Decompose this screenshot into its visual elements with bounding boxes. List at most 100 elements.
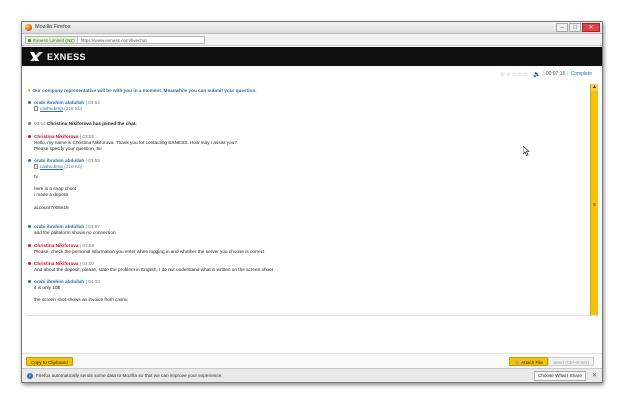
message-header: orabi ibrahim abdullah | 03:57	[28, 224, 100, 230]
file-link[interactable]: cashu.bmp	[40, 106, 63, 111]
title-bar: Mozilla Firefox – □ ✕	[22, 22, 602, 34]
attach-file-label: Attach File	[521, 360, 543, 365]
chat-timer: 00:07:15	[545, 71, 566, 77]
message-input[interactable]	[26, 315, 598, 353]
paperclip-icon: 📎	[514, 360, 521, 366]
message-time: 03:58	[82, 243, 95, 248]
join-event-text: Christina Nikiforova has joined the chat…	[47, 121, 137, 126]
firefox-icon	[25, 24, 32, 31]
file-attachment: cashu.bmp (218 Kb)	[34, 164, 82, 170]
bullet-icon	[28, 135, 31, 139]
exness-logo-mark-icon	[30, 52, 43, 61]
message-time: 03:57	[88, 224, 100, 229]
chevron-down-icon: ▾	[28, 88, 31, 94]
message-text: account7006619	[34, 205, 69, 210]
message-text: i made a deposit	[34, 192, 69, 197]
rating-toolbar: ☆ ☆ ☆ ☆ ☆ 🔈 | 00:07:15 | Complete	[500, 70, 592, 78]
scroll-up-icon[interactable]: ▲	[591, 84, 598, 91]
minimize-button[interactable]: –	[556, 23, 568, 32]
message-author: orabi ibrahim abdullah	[34, 100, 85, 105]
message-text: Hello, my name is Christina Nikiforova. …	[34, 140, 237, 145]
url-bar: Exness Limited (NZ) https://www.exness.c…	[22, 34, 602, 46]
site-identity-label: Exness Limited (NZ)	[33, 37, 75, 43]
complete-link[interactable]: Complete	[571, 71, 592, 77]
separator: |	[542, 71, 544, 77]
message-text: hi	[34, 174, 38, 179]
file-icon	[34, 164, 38, 170]
site-header: EXNESS	[22, 47, 602, 66]
file-icon	[34, 106, 38, 112]
logo-text: EXNESS	[47, 51, 86, 62]
file-attachment: cashu.bmp (218 Kb)	[34, 106, 82, 112]
message-text: it is only 10$	[34, 285, 61, 290]
file-size: (218 Kb)	[64, 164, 83, 169]
message-header: orabi ibrahim abdullah | 03:55	[28, 158, 100, 164]
message-text: Please specify your question, Sir	[34, 146, 103, 151]
attach-file-button[interactable]: 📎Attach File	[509, 357, 548, 366]
message-text: here is a snap shoot	[34, 186, 77, 191]
message-header: Christina Nikiforova | 03:55	[28, 134, 94, 140]
message-header: Christina Nikiforova | 03:58	[28, 243, 94, 249]
bullet-icon	[28, 280, 31, 284]
bullet-icon	[28, 244, 31, 248]
message-author: Christina Nikiforova	[34, 243, 79, 248]
close-icon[interactable]: ✕	[592, 372, 597, 379]
chat-scrollbar[interactable]: ▲ ≡ ▼	[590, 84, 598, 335]
message-time: 03:54	[34, 121, 46, 126]
close-window-button[interactable]: ✕	[582, 23, 600, 32]
window-controls: – □ ✕	[555, 23, 600, 32]
chat-transcript: ▾ Our company representative will be with…	[28, 86, 592, 334]
rating-star-icon[interactable]: ☆	[500, 71, 505, 78]
rating-star-icon[interactable]: ☆	[523, 71, 528, 78]
separator: |	[567, 71, 569, 77]
message-author: orabi ibrahim abdullah	[34, 158, 85, 163]
message-text: the screen shot shows an invoice from ca…	[34, 297, 128, 302]
message-text: Please, check the personal information y…	[34, 249, 265, 254]
message-header: orabi ibrahim abdullah | 04:00	[28, 279, 100, 285]
rating-star-icon[interactable]: ☆	[517, 71, 522, 78]
info-icon: i	[27, 373, 33, 379]
bullet-icon	[28, 101, 31, 105]
file-link[interactable]: cashu.bmp	[40, 164, 63, 169]
copy-to-clipboard-button[interactable]: Copy to Clipboard	[26, 357, 73, 366]
rating-star-icon[interactable]: ☆	[505, 71, 510, 78]
system-notice: ▾ Our company representative will be with…	[28, 88, 257, 95]
bullet-icon	[28, 159, 31, 163]
message-author: Christina Nikiforova	[34, 261, 79, 266]
browser-window: Mozilla Firefox – □ ✕ Exness Limited (NZ…	[21, 21, 603, 383]
message-author: orabi ibrahim abdullah	[34, 224, 85, 229]
message-author: Christina Nikiforova	[34, 134, 79, 139]
message-time: 04:00	[88, 279, 100, 284]
mouse-cursor-icon	[523, 146, 530, 156]
message-time: 03:54	[88, 100, 100, 105]
system-notice-text: Our company representative will be with …	[32, 88, 257, 93]
exness-logo: EXNESS	[30, 51, 86, 62]
message-time: 03:55	[88, 158, 100, 163]
scroll-grip-icon[interactable]: ≡	[591, 202, 598, 208]
choose-what-i-share-button[interactable]: Choose What I Share	[534, 371, 586, 381]
site-identity-badge[interactable]: Exness Limited (NZ)	[26, 37, 78, 43]
bullet-icon	[28, 262, 31, 266]
address-field[interactable]: Exness Limited (NZ) https://www.exness.c…	[25, 36, 205, 44]
notification-text: Firefox automatically sends some data to…	[36, 373, 223, 378]
bullet-icon	[28, 225, 31, 229]
message-text: and the paltaform shows no connection	[34, 230, 116, 235]
message-author: orabi ibrahim abdullah	[34, 279, 85, 284]
message-header: Christina Nikiforova | 04:00	[28, 261, 94, 267]
notification-bar: i Firefox automatically sends some data …	[22, 368, 602, 382]
message-header: orabi ibrahim abdullah | 03:54	[28, 100, 100, 106]
message-time: 04:00	[82, 261, 95, 266]
bullet-icon	[28, 122, 31, 126]
message-time: 03:55	[82, 134, 95, 139]
message-text: And about the deposit, please, state the…	[34, 267, 273, 272]
maximize-button[interactable]: □	[569, 23, 581, 32]
url-text: https://www.exness.com/livechat	[80, 37, 147, 43]
speaker-icon[interactable]: 🔈	[533, 71, 540, 78]
rating-star-icon[interactable]: ☆	[511, 71, 516, 78]
file-size: (218 Kb)	[64, 106, 83, 111]
window-title: Mozilla Firefox	[35, 24, 71, 30]
chat-actions-bar: Copy to Clipboard 📎Attach File Send (Ctr…	[22, 353, 602, 368]
lock-icon	[28, 38, 31, 42]
send-button[interactable]: Send (Ctrl+Enter)	[548, 357, 594, 366]
chat-event: 03:54 Christina Nikiforova has joined th…	[28, 121, 137, 127]
